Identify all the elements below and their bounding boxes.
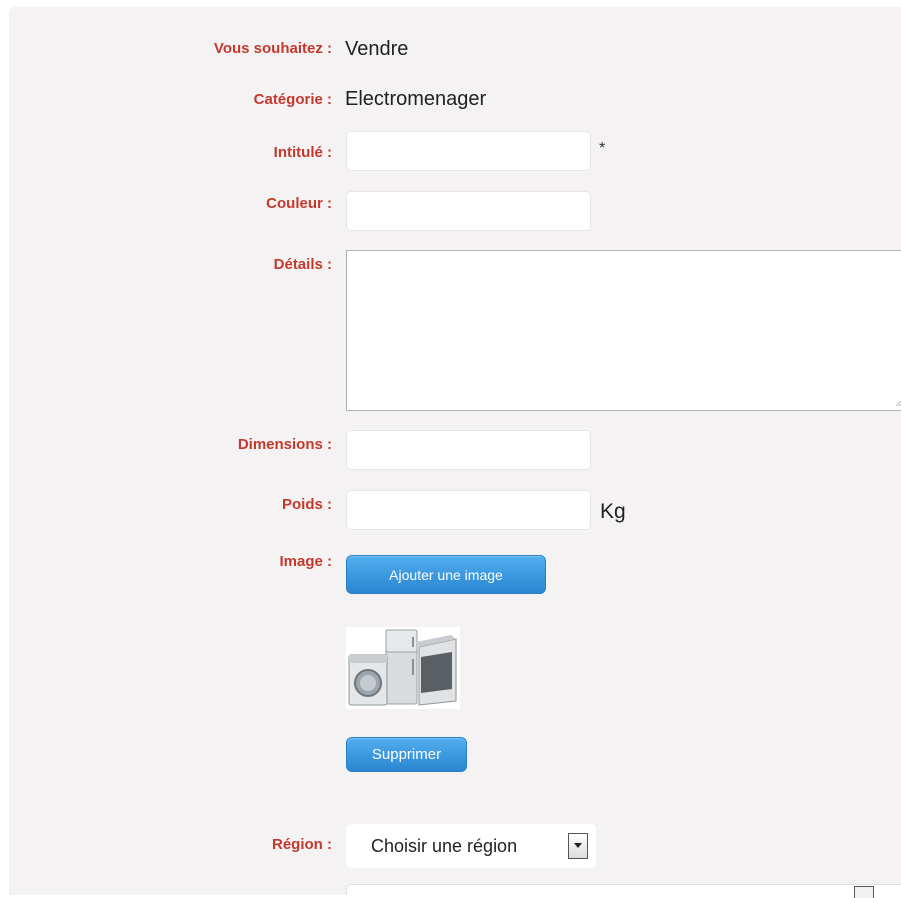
dropdown-arrow-button[interactable] — [568, 833, 588, 859]
dimensions-label: Dimensions : — [237, 436, 332, 453]
add-image-button[interactable]: Ajouter une image — [346, 555, 546, 594]
title-label: Intitulé : — [273, 144, 332, 161]
category-label: Catégorie : — [253, 91, 332, 108]
dimensions-input[interactable] — [346, 430, 591, 470]
details-label: Détails : — [273, 256, 332, 273]
appliances-image — [346, 627, 460, 709]
region-label: Région : — [272, 836, 332, 853]
weight-unit: Kg — [600, 500, 626, 523]
color-label: Couleur : — [266, 195, 332, 212]
weight-label: Poids : — [281, 496, 332, 513]
required-mark: * — [599, 140, 606, 157]
title-input[interactable] — [346, 131, 591, 171]
delete-image-button[interactable]: Supprimer — [346, 737, 467, 772]
details-textarea[interactable] — [346, 250, 901, 411]
triangle-down-icon — [574, 843, 582, 848]
home-appliances-icon — [348, 629, 457, 706]
type-value: Vendre — [345, 38, 409, 60]
next-select-field[interactable] — [346, 884, 901, 898]
category-value: Electromenager — [345, 88, 487, 110]
dropdown-arrow-button[interactable] — [854, 886, 874, 898]
image-label: Image : — [279, 553, 332, 570]
region-select[interactable]: Choisir une région — [346, 824, 596, 868]
region-selected-value: Choisir une région — [371, 836, 518, 856]
type-label: Vous souhaitez : — [213, 40, 332, 57]
color-input[interactable] — [346, 191, 591, 231]
resize-grip-icon[interactable] — [894, 399, 901, 407]
weight-input[interactable] — [346, 490, 591, 530]
